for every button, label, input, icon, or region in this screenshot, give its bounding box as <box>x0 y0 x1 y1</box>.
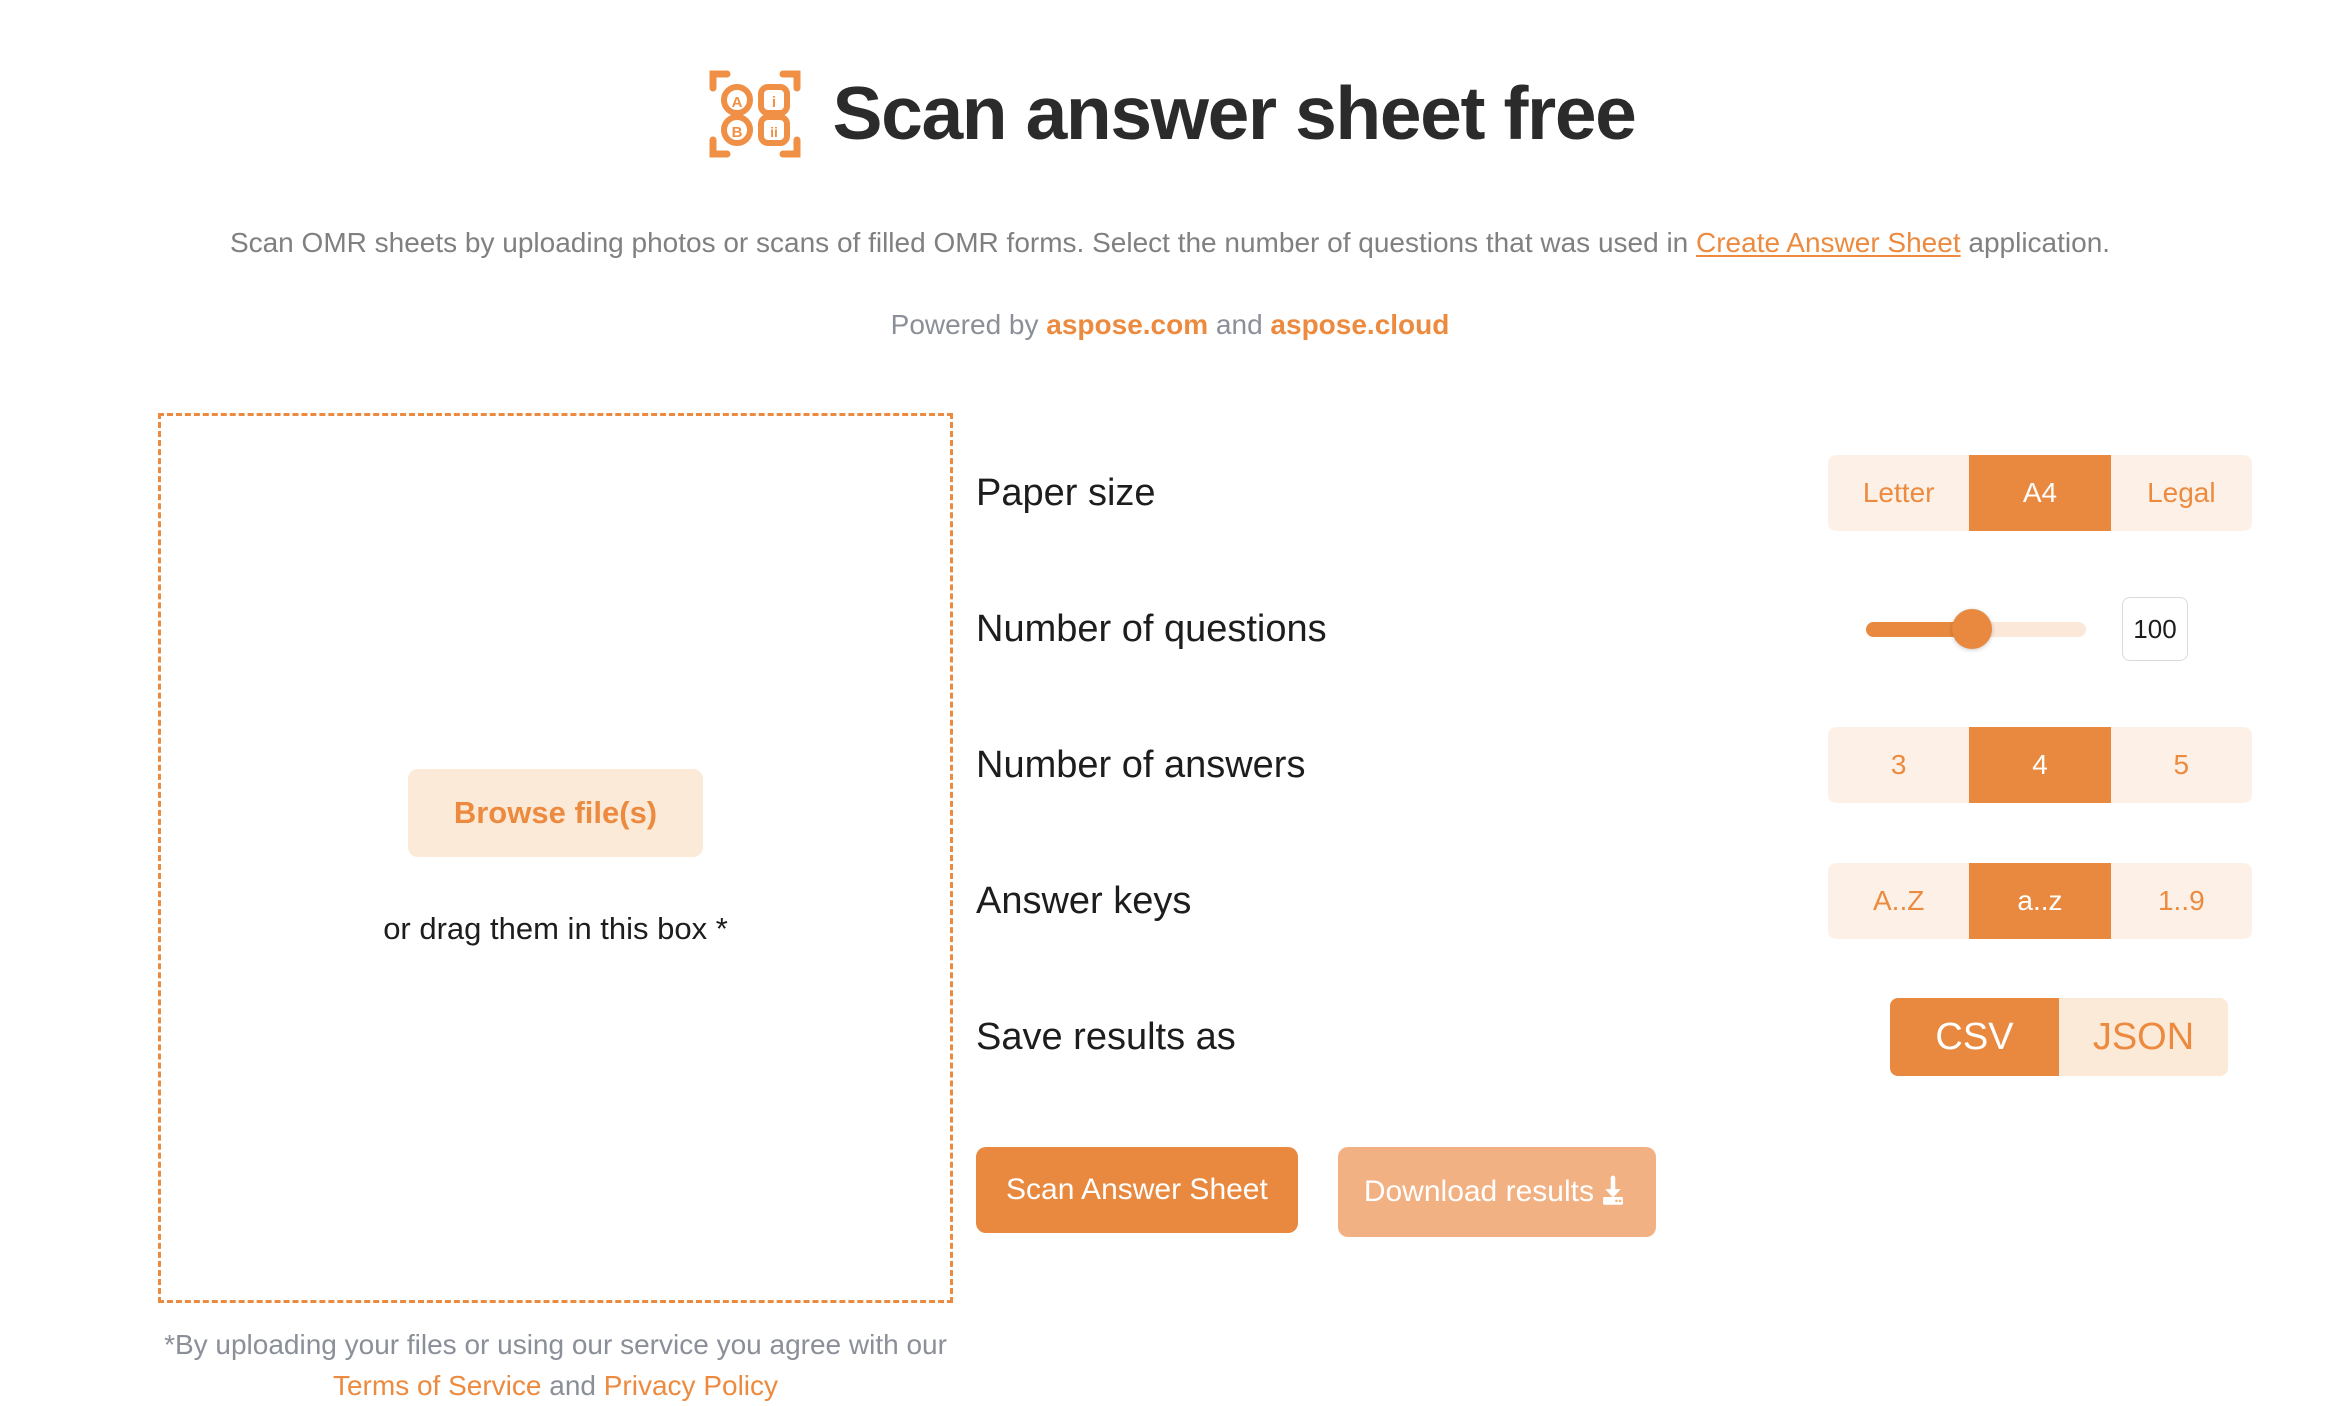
num-answers-segmented: 3 4 5 <box>1828 727 2252 804</box>
num-answers-label: Number of answers <box>976 743 1306 786</box>
download-results-label: Download results <box>1363 1175 1594 1209</box>
legal-disclaimer: *By uploading your files or using our se… <box>158 1325 953 1406</box>
browse-files-button[interactable]: Browse file(s) <box>407 769 704 858</box>
slider-thumb[interactable] <box>1951 609 1992 650</box>
app-root: A B i ii Scan answer sheet free Scan OMR… <box>0 0 2340 1401</box>
num-questions-slider[interactable] <box>1866 609 2086 650</box>
legal-text-before: *By uploading your files or using our se… <box>164 1329 947 1361</box>
setting-row-save-as: Save results as CSV JSON <box>976 981 2340 1093</box>
svg-text:i: i <box>771 94 775 111</box>
answer-keys-control: A..Z a..z 1..9 <box>1576 863 2340 940</box>
setting-row-paper-size: Paper size Letter A4 Legal <box>976 437 2340 549</box>
privacy-policy-link[interactable]: Privacy Policy <box>604 1370 778 1401</box>
save-as-option-csv[interactable]: CSV <box>1890 998 2059 1077</box>
answer-keys-label: Answer keys <box>976 879 1192 922</box>
subtitle-text-before: Scan OMR sheets by uploading photos or s… <box>229 226 1697 258</box>
save-as-option-json[interactable]: JSON <box>2059 998 2228 1076</box>
save-as-label: Save results as <box>976 1015 1236 1058</box>
answer-keys-option-uppercase[interactable]: A..Z <box>1828 863 1969 939</box>
main-content: Browse file(s) or drag them in this box … <box>0 413 2340 1406</box>
aspose-cloud-link[interactable]: aspose.cloud <box>1270 309 1449 340</box>
num-questions-label: Number of questions <box>976 607 1327 650</box>
legal-text-and: and <box>541 1369 604 1401</box>
powered-by-line: Powered by aspose.com and aspose.cloud <box>0 309 2340 341</box>
setting-row-answer-keys: Answer keys A..Z a..z 1..9 <box>976 845 2340 957</box>
page-header: A B i ii Scan answer sheet free Scan OMR… <box>0 0 2340 341</box>
num-questions-control: 100 <box>1576 597 2340 662</box>
answer-keys-option-numeric[interactable]: 1..9 <box>2111 863 2252 939</box>
save-as-toggle: CSV JSON <box>1890 998 2228 1077</box>
powered-by-text: Powered by <box>890 309 1047 341</box>
svg-text:ii: ii <box>770 124 778 140</box>
num-answers-option-4[interactable]: 4 <box>1969 727 2111 804</box>
create-answer-sheet-link[interactable]: Create Answer Sheet <box>1696 227 1961 258</box>
num-answers-option-5[interactable]: 5 <box>2111 727 2252 803</box>
setting-row-num-questions: Number of questions 100 <box>976 573 2340 685</box>
paper-size-label: Paper size <box>976 471 1156 514</box>
paper-size-option-a4[interactable]: A4 <box>1969 455 2111 532</box>
scan-answer-sheet-button[interactable]: Scan Answer Sheet <box>976 1147 1298 1234</box>
page-title: Scan answer sheet free <box>832 71 1637 156</box>
num-questions-input[interactable]: 100 <box>2122 597 2188 662</box>
num-answers-control: 3 4 5 <box>1576 727 2340 804</box>
powered-by-and: and <box>1208 309 1271 341</box>
drag-hint-text: or drag them in this box * <box>383 911 728 947</box>
svg-text:A: A <box>731 94 742 111</box>
action-buttons: Scan Answer Sheet Download results <box>976 1147 2340 1238</box>
subtitle-text-after: application. <box>1960 226 2111 258</box>
aspose-com-link[interactable]: aspose.com <box>1046 309 1208 340</box>
download-results-button[interactable]: Download results <box>1337 1147 1656 1238</box>
setting-row-num-answers: Number of answers 3 4 5 <box>976 709 2340 821</box>
answer-keys-option-lowercase[interactable]: a..z <box>1969 863 2111 940</box>
num-answers-option-3[interactable]: 3 <box>1828 727 1969 803</box>
download-icon <box>1603 1175 1623 1206</box>
num-questions-slider-wrap: 100 <box>1866 597 2188 662</box>
terms-of-service-link[interactable]: Terms of Service <box>333 1370 542 1401</box>
file-dropzone[interactable]: Browse file(s) or drag them in this box … <box>158 413 953 1304</box>
paper-size-option-letter[interactable]: Letter <box>1828 455 1969 531</box>
upload-column: Browse file(s) or drag them in this box … <box>0 413 953 1406</box>
omr-scan-frame-icon: A B i ii <box>709 70 801 158</box>
answer-keys-segmented: A..Z a..z 1..9 <box>1828 863 2252 940</box>
svg-text:B: B <box>731 124 742 141</box>
paper-size-option-legal[interactable]: Legal <box>2111 455 2252 531</box>
page-subtitle: Scan OMR sheets by uploading photos or s… <box>0 224 2340 262</box>
paper-size-segmented: Letter A4 Legal <box>1828 455 2252 532</box>
paper-size-control: Letter A4 Legal <box>1576 455 2340 532</box>
save-as-control: CSV JSON <box>1576 998 2340 1077</box>
title-row: A B i ii Scan answer sheet free <box>0 26 2340 202</box>
settings-column: Paper size Letter A4 Legal Number of que… <box>950 413 2340 1238</box>
